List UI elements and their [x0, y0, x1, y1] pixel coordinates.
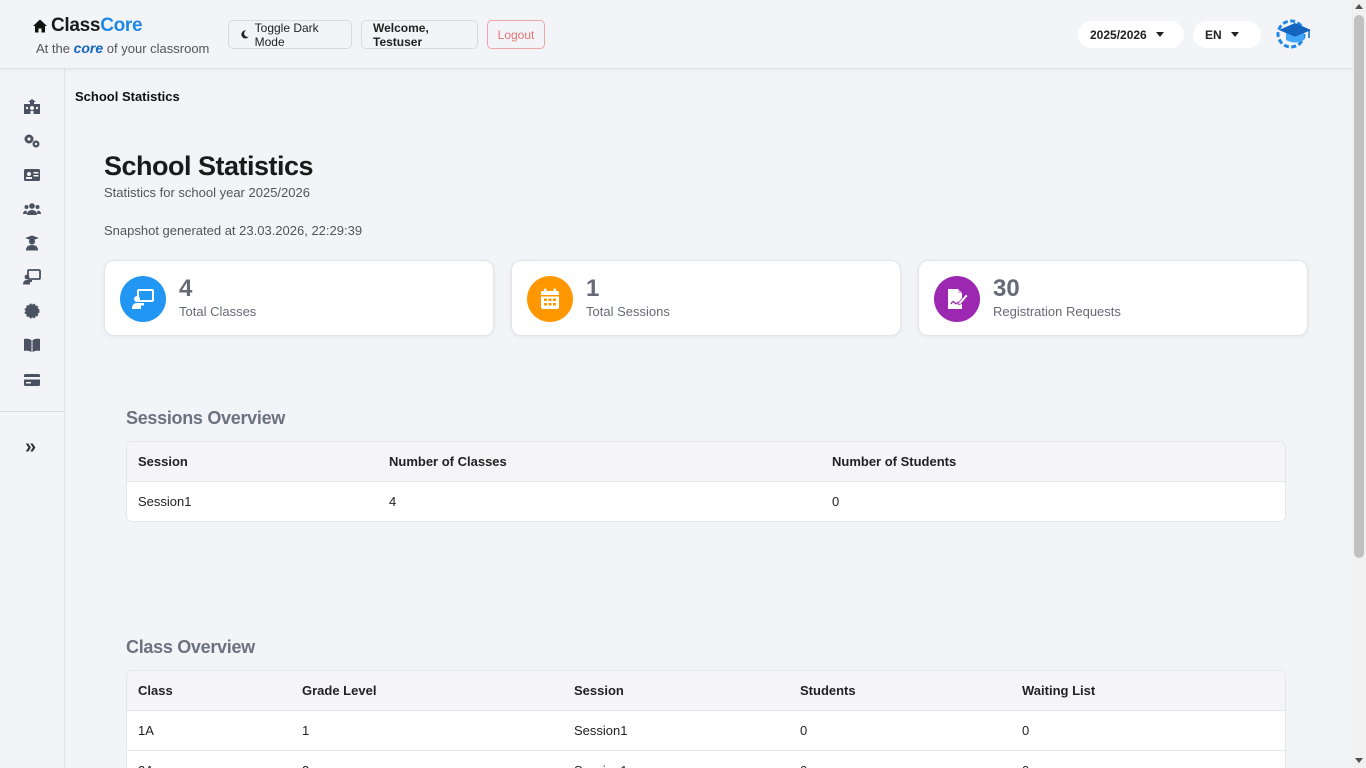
table-cell: Session1	[574, 751, 627, 768]
toggle-dark-mode-button[interactable]: Toggle Dark Mode	[228, 20, 352, 49]
toggle-dark-mode-label: Toggle Dark Mode	[254, 20, 319, 49]
stat-card-total-sessions: 1 Total Sessions	[511, 260, 901, 336]
column-header[interactable]: Number of Students	[832, 442, 956, 482]
scroll-down-arrow-icon[interactable]	[1355, 758, 1363, 763]
table-cell: 0	[1022, 723, 1030, 738]
table-cell: 0	[800, 751, 807, 768]
breadcrumb: School Statistics	[75, 89, 180, 104]
graduation-cap-logo-icon[interactable]	[1274, 16, 1312, 50]
page-subtitle: Statistics for school year 2025/2026	[104, 185, 310, 200]
welcome-user-button[interactable]: Welcome, Testuser	[361, 20, 478, 49]
table-header-row: Session Number of Classes Number of Stud…	[127, 442, 1285, 482]
column-header[interactable]: Session	[138, 442, 188, 482]
stat-card-registration-requests: 30 Registration Requests	[918, 260, 1308, 336]
language-value: EN	[1205, 27, 1222, 42]
stat-value: 30	[993, 275, 1020, 302]
chalkboard-teacher-icon[interactable]	[23, 269, 41, 285]
snapshot-timestamp: Snapshot generated at 23.03.2026, 22:29:…	[104, 223, 363, 238]
table-cell: 2A	[138, 751, 154, 768]
stat-icon-circle	[527, 276, 573, 322]
brand-tagline: At the core of your classroom	[36, 40, 209, 56]
class-overview-title: Class Overview	[126, 637, 255, 657]
column-header[interactable]: Class	[138, 671, 173, 711]
file-signature-icon	[948, 289, 968, 309]
teacher-icon[interactable]	[23, 235, 41, 251]
table-cell: 2	[302, 751, 309, 768]
table-cell: 0	[800, 723, 808, 738]
tagline-core: core	[73, 40, 104, 56]
school-year-value: 2025/2026	[1090, 27, 1147, 42]
caret-down-icon	[1230, 32, 1239, 37]
table-cell: 4	[389, 494, 397, 509]
sidebar: »	[0, 69, 65, 768]
stat-label: Total Classes	[179, 304, 257, 319]
page-scrollbar[interactable]	[1352, 0, 1366, 768]
table-cell: Session1	[574, 723, 628, 738]
stat-icon-circle	[934, 276, 980, 322]
table-cell: Session1	[138, 494, 192, 509]
table-cell: 0	[832, 494, 840, 509]
logout-button[interactable]: Logout	[487, 20, 545, 49]
moon-icon	[241, 30, 249, 39]
table-cell: 1A	[138, 723, 154, 738]
column-header[interactable]: Session	[574, 671, 624, 711]
top-header: Class Core At the core of your classroom …	[0, 0, 1352, 69]
language-select[interactable]: EN	[1193, 21, 1261, 48]
credit-card-icon[interactable]	[23, 372, 41, 388]
home-icon	[33, 19, 47, 33]
table-row: 1A 1 Session1 0 0	[127, 711, 1285, 751]
table-row: 2A 2 Session1 0 0	[127, 751, 1285, 768]
book-icon[interactable]	[23, 337, 41, 353]
column-header[interactable]: Grade Level	[302, 671, 376, 711]
brand-title: Class Core	[32, 15, 209, 37]
sidebar-divider	[0, 411, 64, 412]
table-cell: 1	[302, 723, 310, 738]
school-icon[interactable]	[23, 99, 41, 115]
column-header[interactable]: Number of Classes	[389, 442, 507, 482]
school-year-select[interactable]: 2025/2026	[1078, 21, 1184, 48]
column-header[interactable]: Waiting List	[1022, 671, 1095, 711]
double-chevron-right-icon[interactable]: »	[25, 436, 36, 459]
users-icon[interactable]	[23, 201, 41, 217]
table-cell: 0	[1022, 751, 1029, 768]
sessions-table: Session Number of Classes Number of Stud…	[126, 441, 1286, 522]
stat-value: 4	[179, 275, 193, 302]
chalkboard-icon	[132, 289, 154, 309]
stat-card-total-classes: 4 Total Classes	[104, 260, 494, 336]
stat-value: 1	[586, 275, 600, 302]
brand[interactable]: Class Core At the core of your classroom	[32, 15, 209, 56]
tagline-post: of your classroom	[106, 41, 210, 56]
sessions-overview-title: Sessions Overview	[126, 408, 285, 428]
stat-label: Total Sessions	[586, 304, 670, 319]
brand-name-class: Class	[51, 15, 101, 36]
stat-label: Registration Requests	[993, 304, 1121, 319]
scrollbar-thumb[interactable]	[1354, 15, 1364, 558]
cog-icon[interactable]	[23, 303, 41, 319]
table-row: Session1 4 0	[127, 482, 1285, 521]
brand-name-core: Core	[100, 15, 143, 36]
table-header-row: Class Grade Level Session Students Waiti…	[127, 671, 1285, 711]
calendar-icon	[541, 288, 559, 309]
gears-icon[interactable]	[23, 133, 41, 149]
page-title: School Statistics	[104, 151, 314, 181]
stat-icon-circle	[120, 276, 166, 322]
caret-down-icon	[1155, 32, 1164, 37]
scroll-up-arrow-icon[interactable]	[1355, 4, 1363, 9]
column-header[interactable]: Students	[800, 671, 856, 711]
classes-table: Class Grade Level Session Students Waiti…	[126, 670, 1286, 768]
id-card-icon[interactable]	[23, 167, 41, 183]
tagline-pre: At the	[36, 41, 70, 56]
